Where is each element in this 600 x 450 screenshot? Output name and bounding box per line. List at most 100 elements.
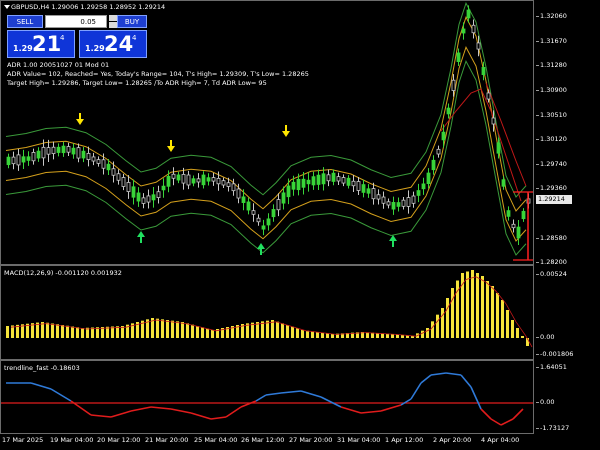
trendline-axis-label: -1.73127 [535, 424, 570, 432]
trendline-fast-segment [30, 382, 52, 390]
sell-quote-fraction: 4 [60, 34, 65, 42]
trendline-fast-segment [340, 406, 362, 414]
candle-body [456, 52, 461, 62]
trendline-fast-segment [110, 410, 132, 418]
candle-body [171, 173, 176, 179]
candle-body [261, 225, 266, 230]
trendline-pane[interactable]: trendline_fast -0.18603 [0, 360, 534, 434]
candle-body [441, 131, 446, 141]
candle-body [361, 184, 366, 193]
macd-histogram-bar [6, 326, 9, 338]
candle-body [506, 210, 511, 217]
lot-increase-icon[interactable] [109, 15, 117, 21]
sell-quote[interactable]: 1.29 21 4 [7, 30, 75, 58]
macd-histogram-bar [181, 322, 184, 338]
candle-body [501, 179, 506, 187]
macd-axis-label: -0.001806 [535, 350, 574, 358]
macd-histogram-bar [516, 328, 519, 338]
candle-body [406, 197, 411, 207]
macd-histogram-bar [156, 318, 159, 338]
candle-body [401, 199, 406, 207]
current-price-tag: 1.29214 [536, 195, 572, 204]
sell-signal-arrow-icon [282, 131, 290, 137]
candle-body [16, 154, 21, 166]
candle-body [296, 178, 301, 191]
candle-body [81, 150, 86, 159]
time-axis-label: 17 Mar 2025 [2, 436, 44, 444]
candle-body [356, 181, 361, 191]
candle-body [281, 192, 286, 204]
candle-body [56, 146, 61, 153]
candle-body [371, 188, 376, 200]
macd-histogram-bar [466, 271, 469, 338]
macd-histogram-bar [471, 270, 474, 338]
macd-histogram-bar [306, 330, 309, 338]
price-axis-label: 1.28580 [536, 234, 567, 242]
candle-body [91, 156, 96, 162]
macd-histogram-bar [441, 308, 444, 338]
time-axis-label: 4 Apr 04:00 [481, 436, 520, 444]
macd-histogram-bar [451, 288, 454, 338]
adr-info-line-2: ADR Value= 102, Reached= Yes, Today's Ra… [7, 70, 309, 78]
trendline-fast-segment [360, 410, 382, 414]
trendline-chart[interactable] [1, 361, 534, 434]
candle-body [351, 180, 356, 187]
trendline-fast-segment [410, 382, 422, 400]
macd-histogram-bar [211, 330, 214, 338]
lot-size-input[interactable]: 0.05 [45, 15, 107, 28]
candle-body [461, 28, 466, 34]
macd-histogram-bar [506, 310, 509, 338]
candle-body [496, 142, 501, 154]
buy-quote-prefix: 1.29 [85, 44, 105, 53]
candle-body [106, 163, 111, 171]
sell-signal-arrow-icon [170, 140, 172, 146]
buy-quote[interactable]: 1.29 24 4 [79, 30, 147, 58]
buy-signal-arrow-icon [389, 235, 397, 241]
trendline-fast-segment [130, 406, 152, 412]
candle-body [396, 202, 401, 207]
macd-histogram-bar [186, 323, 189, 338]
macd-histogram-bar [436, 314, 439, 338]
candle-body [36, 150, 41, 159]
time-axis[interactable]: 17 Mar 2025 19 Mar 04:00 20 Mar 12:00 21… [0, 434, 534, 450]
candle-body [271, 209, 276, 218]
candle-body [366, 188, 371, 194]
candle-body [61, 145, 66, 154]
macd-histogram-bar [56, 324, 59, 338]
candle-body [51, 146, 56, 154]
price-axis-label: 1.31280 [536, 61, 567, 69]
macd-histogram-bar [191, 324, 194, 338]
price-axis-label: 1.29740 [536, 160, 567, 168]
macd-histogram-bar [521, 336, 524, 338]
candle-body [411, 195, 416, 204]
candle-body [31, 152, 36, 162]
price-axis-label: 1.30510 [536, 111, 567, 119]
candle-body [436, 148, 441, 155]
macd-histogram-bar [291, 326, 294, 338]
main-chart-pane[interactable]: GBPUSD,H4 1.29006 1.29258 1.28952 1.2921… [0, 0, 534, 265]
candle-body [426, 172, 431, 185]
lot-decrease-icon[interactable] [109, 22, 117, 28]
macd-histogram-bar [331, 334, 334, 338]
macd-histogram-bar [371, 332, 374, 338]
sell-button[interactable]: SELL [7, 15, 43, 28]
trendline-fast-segment [420, 374, 432, 384]
macd-axis: 0.00524 0.00 -0.001806 [534, 265, 600, 360]
macd-histogram-bar [486, 281, 489, 338]
candle-body [71, 147, 76, 155]
candle-body [241, 196, 246, 204]
candle-body [431, 159, 436, 171]
macd-histogram-bar [301, 330, 304, 338]
candle-body [331, 172, 336, 182]
trendline-fast-segment [480, 408, 492, 420]
candle-body [226, 182, 231, 187]
trendline-fast-segment [512, 408, 524, 420]
candle-body [256, 217, 261, 223]
macd-histogram-bar [286, 325, 289, 338]
trendline-fast-segment [280, 390, 302, 394]
macd-pane[interactable]: MACD(12,26,9) -0.001120 0.001932 [0, 265, 534, 360]
macd-chart[interactable] [1, 266, 534, 360]
price-axis[interactable]: 1.32060 1.31670 1.31280 1.30900 1.30510 … [534, 0, 600, 266]
buy-button[interactable]: BUY [117, 15, 147, 28]
trendline-fast-segment [460, 374, 472, 388]
